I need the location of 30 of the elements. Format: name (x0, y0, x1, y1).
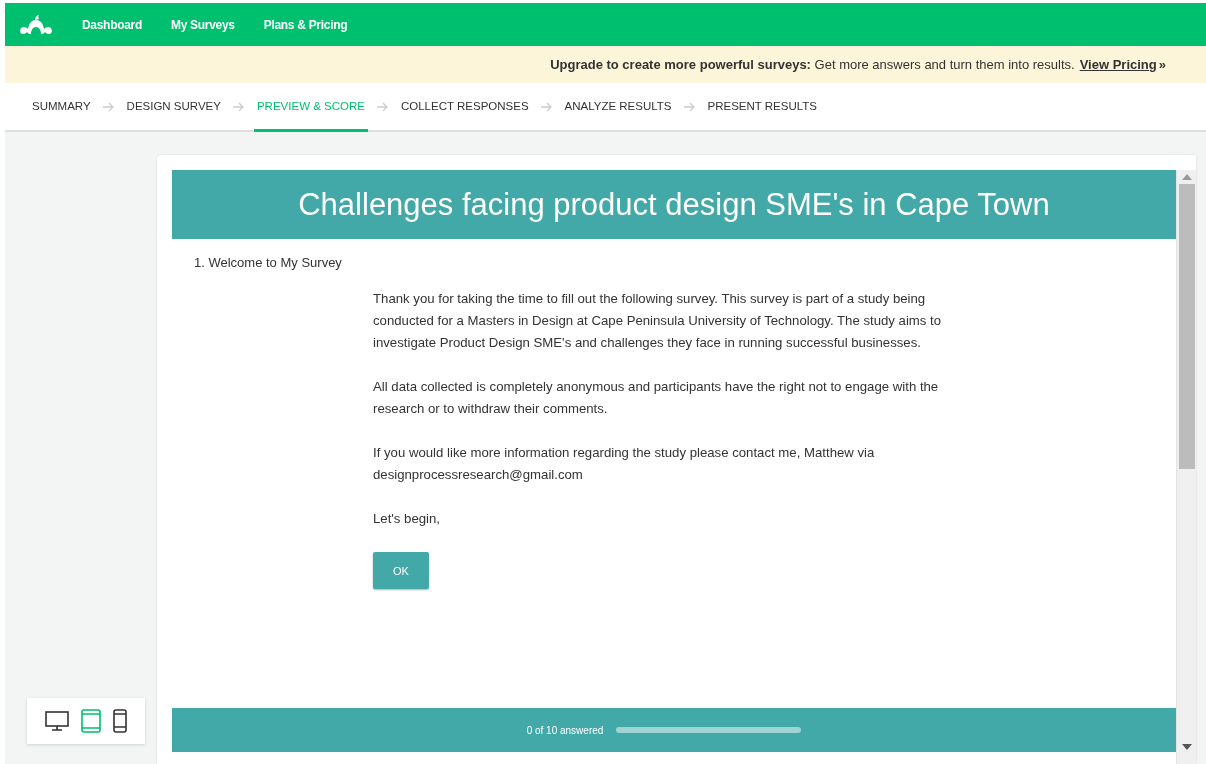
arrow-icon (102, 101, 115, 112)
tablet-icon (81, 709, 101, 733)
device-button[interactable] (45, 710, 69, 732)
intro-paragraph: Thank you for taking the time to fill out the following survey. This survey is part of a study being conducted for a Masters in Design at Cape Peninsula University of Technology. The study aims to investigate Product Design SME's and challenges they face in running successful businesses. (373, 290, 943, 352)
chevron-text: » (1158, 57, 1166, 72)
view-pricing-link[interactable]: View Pricing (1079, 57, 1157, 72)
phone-icon (113, 709, 127, 733)
intro-paragraph: All data collected is completely anonymous and participants have the right not to engage with the research or to withdraw their comments. (373, 378, 940, 418)
step-tab[interactable]: PRESENT RESULTS (704, 83, 820, 132)
step-tab[interactable]: COLLECT RESPONSES (397, 83, 532, 132)
scroll-thumb[interactable] (1178, 184, 1195, 469)
device-button[interactable] (113, 709, 127, 733)
arrow-icon (683, 101, 696, 112)
step-tab[interactable]: DESIGN SURVEY (123, 83, 224, 132)
survey-title: Challenges facing product design SME's in Cape Town (172, 170, 1176, 239)
upgrade-message: Upgrade to create more powerful surveys: Get more answers and turn them into results. (550, 57, 1075, 72)
arrow-icon (540, 101, 553, 112)
intro-paragraph: If you would like more information regarding the study please contact me, Matthew via designprocessresearch@gmail.com (373, 444, 876, 484)
scroll-up-icon[interactable] (1181, 174, 1192, 180)
monitor-icon (45, 710, 69, 732)
scroll-down-icon[interactable] (1181, 744, 1192, 750)
step-tab[interactable]: SUMMARY (29, 83, 94, 132)
intro-paragraph: Let's begin, (373, 510, 442, 528)
logo-icon (19, 13, 53, 36)
arrow-icon (376, 101, 389, 112)
question-title: 1. Welcome to My Survey (194, 255, 343, 270)
progress-text: 0 of 10 answered (526, 724, 604, 736)
scrollbar[interactable] (1176, 170, 1196, 764)
step-tab[interactable]: ANALYZE RESULTS (561, 83, 675, 132)
arrow-icon (232, 101, 245, 112)
